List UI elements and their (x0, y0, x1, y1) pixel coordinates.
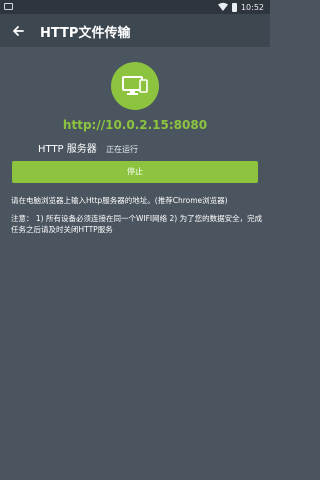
page-title: HTTP文件传输 (40, 26, 131, 41)
status-bar: 10:52 (0, 0, 270, 14)
screen-icon (4, 3, 13, 10)
server-url: http://10.0.2.15:8080 (62, 118, 208, 132)
server-label: HTTP 服务器 (38, 144, 97, 155)
note-text: 注意： 1) 所有设备必须连接在同一个WIFI网络 2) 为了您的数据安全，完成… (11, 214, 263, 234)
server-status: 正在运行 (105, 145, 138, 154)
status-icons: 10:52 (217, 1, 264, 13)
stop-button[interactable]: 停止 (12, 161, 258, 183)
devices-logo (111, 62, 159, 110)
back-arrow-icon[interactable] (8, 20, 30, 42)
tip-text: 请在电脑浏览器上输入Http服务器的地址。(推荐Chrome浏览器) (11, 196, 228, 205)
battery-icon (231, 2, 237, 12)
status-time: 10:52 (240, 2, 264, 12)
app-bar: HTTP文件传输 (0, 14, 270, 47)
devices-icon (122, 76, 148, 95)
wifi-icon (217, 2, 228, 11)
server-status-row: HTTP 服务器 正在运行 (38, 140, 138, 155)
